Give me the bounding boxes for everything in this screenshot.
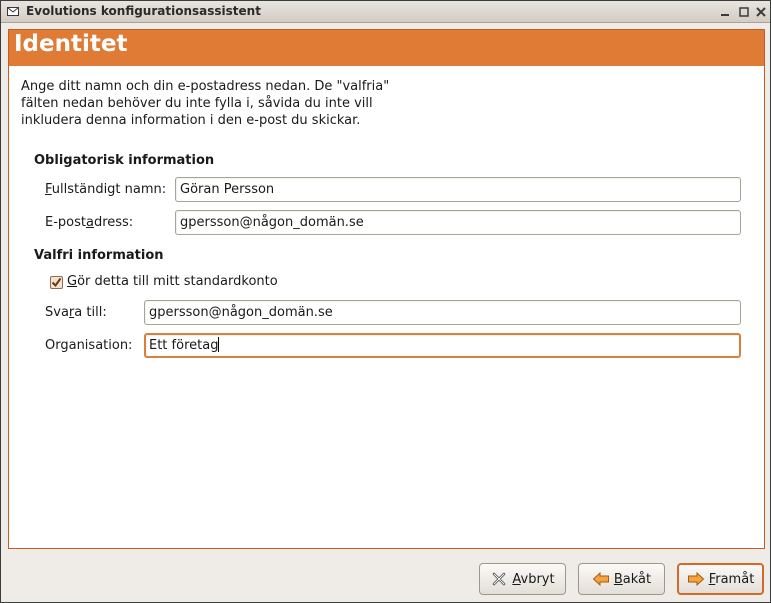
reply-to-label-post: a till: [74, 305, 107, 320]
email-field[interactable]: gpersson@någon_domän.se [175, 210, 741, 235]
default-account-checkbox[interactable] [50, 276, 63, 289]
reply-to-label-pre: Sva [45, 305, 69, 320]
reply-to-field[interactable]: gpersson@någon_domän.se [144, 300, 741, 325]
email-label-pre: E-post [45, 215, 86, 230]
fullname-label: Fullständigt namn: [45, 182, 166, 197]
page-title: Identitet [14, 31, 128, 57]
forward-button[interactable]: Framåt [677, 563, 764, 595]
email-label-post: dress: [93, 215, 134, 230]
checkmark-icon [51, 277, 62, 288]
intro-line: fälten nedan behöver du inte fylla i, så… [21, 96, 373, 111]
intro-text: Ange ditt namn och din e-postadress neda… [21, 78, 421, 129]
required-section-title: Obligatorisk information [34, 153, 215, 168]
minimize-icon[interactable] [718, 5, 732, 19]
forward-arrow-icon [687, 571, 704, 587]
back-button-label: Bakåt [614, 572, 651, 587]
email-value: gpersson@någon_domän.se [180, 215, 364, 230]
intro-line: inkludera denna information i den e-post… [21, 113, 361, 128]
email-label: E-postadress: [45, 215, 133, 230]
default-account-mnemonic: G [67, 274, 78, 289]
window-title: Evolutions konfigurationsassistent [26, 4, 261, 18]
organization-label: Organisation: [45, 338, 133, 353]
email-label-mnemonic: a [85, 215, 94, 230]
reply-to-label: Svara till: [45, 305, 107, 320]
reply-to-value: gpersson@någon_domän.se [149, 305, 333, 320]
organization-field[interactable]: Ett företag [144, 333, 741, 358]
back-mnemonic: B [613, 571, 623, 587]
cancel-button-label: Avbryt [512, 572, 554, 587]
close-icon[interactable] [754, 5, 768, 19]
fullname-label-mnemonic: F [45, 182, 52, 197]
default-account-label[interactable]: Gör detta till mitt standardkonto [67, 274, 278, 289]
optional-section-title: Valfri information [34, 248, 164, 263]
back-rest: akåt [622, 571, 652, 587]
page-header: Identitet [9, 30, 764, 66]
default-account-text: ör detta till mitt standardkonto [77, 274, 278, 289]
page-content: Identitet Ange ditt namn och din e-posta… [8, 29, 765, 549]
back-button[interactable]: Bakåt [578, 563, 665, 595]
title-bar[interactable]: Evolutions konfigurationsassistent [1, 1, 770, 23]
mail-envelope-icon [7, 7, 19, 16]
fullname-field[interactable]: Göran Persson [175, 177, 741, 202]
back-arrow-icon [592, 571, 609, 587]
cancel-button[interactable]: Avbryt [479, 563, 566, 595]
cancel-mnemonic: A [512, 571, 521, 587]
fullname-label-text: ullständigt namn: [51, 182, 167, 197]
fullname-value: Göran Persson [180, 182, 275, 197]
forward-rest: ramåt [715, 571, 755, 587]
maximize-icon[interactable] [737, 5, 751, 19]
assistant-window: Evolutions konfigurationsassistent Ident… [0, 0, 771, 603]
cancel-rest: vbryt [520, 571, 555, 587]
intro-line: Ange ditt namn och din e-postadress neda… [21, 79, 390, 94]
cancel-x-icon [493, 572, 506, 586]
organization-value: Ett företag [149, 338, 219, 353]
text-cursor [218, 337, 220, 352]
forward-button-label: Framåt [709, 572, 755, 587]
